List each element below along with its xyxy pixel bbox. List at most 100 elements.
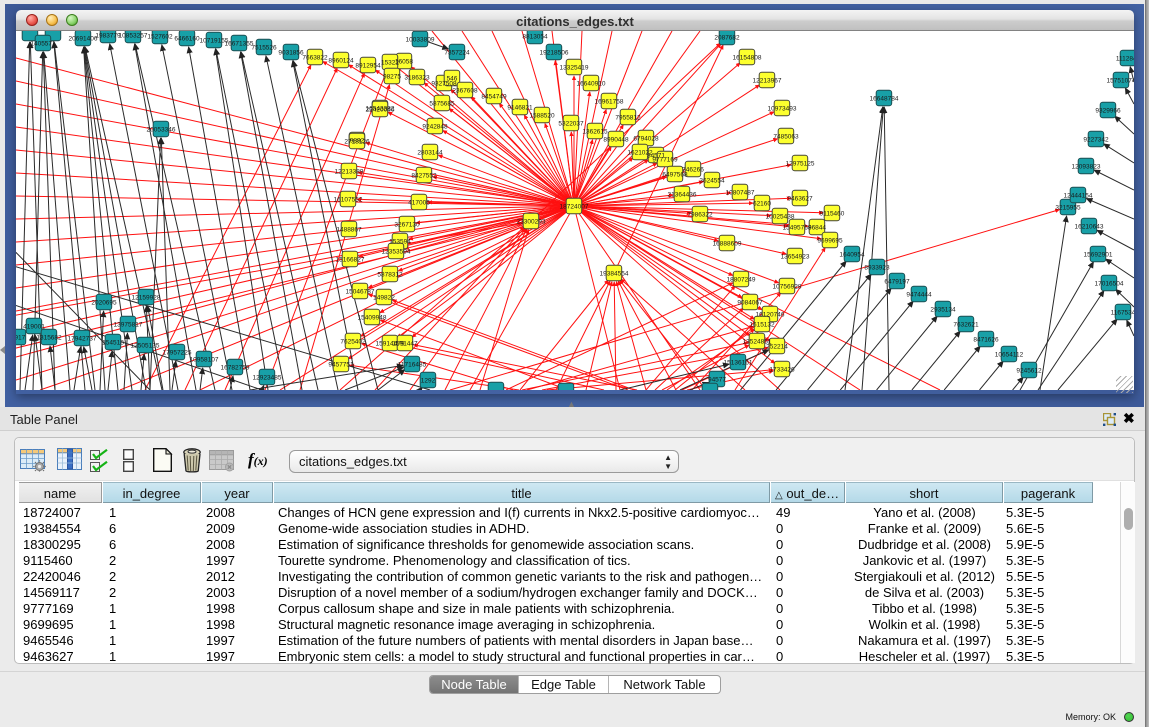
svg-text:154518: 154518 (102, 340, 124, 347)
svg-text:1112843: 1112843 (1116, 56, 1134, 63)
svg-text:17957225: 17957225 (163, 350, 192, 357)
svg-text:6479197: 6479197 (884, 279, 910, 286)
svg-text:2935134: 2935134 (930, 307, 956, 314)
svg-text:15322: 15322 (381, 60, 399, 67)
svg-text:16648784: 16648784 (870, 96, 899, 103)
svg-text:1588520: 1588520 (529, 113, 555, 120)
svg-text:16961758: 16961758 (595, 99, 624, 106)
svg-text:6794028: 6794028 (633, 136, 659, 143)
svg-text:9699695: 9699695 (817, 238, 843, 245)
svg-text:9329966: 9329966 (1095, 108, 1121, 115)
svg-text:13654923: 13654923 (781, 254, 810, 261)
svg-text:9227342: 9227342 (1083, 137, 1109, 144)
svg-text:5878312: 5878312 (377, 272, 403, 279)
svg-text:7986322: 7986322 (687, 212, 713, 219)
svg-text:419001: 419001 (23, 324, 45, 331)
svg-text:15046787: 15046787 (346, 289, 375, 296)
svg-text:153594: 153594 (389, 239, 411, 246)
svg-text:13325419: 13325419 (560, 65, 589, 72)
svg-text:1615132: 1615132 (749, 322, 775, 329)
svg-text:17942737: 17942737 (68, 336, 97, 343)
svg-text:12975125: 12975125 (786, 161, 815, 168)
svg-text:9031856: 9031856 (278, 50, 304, 57)
svg-text:7955812: 7955812 (615, 115, 641, 122)
svg-text:7663822: 7663822 (302, 55, 328, 62)
svg-text:16210643: 16210643 (1075, 224, 1104, 231)
svg-text:12213967: 12213967 (753, 78, 782, 85)
svg-text:1167534: 1167534 (1111, 310, 1134, 317)
svg-text:2718126: 2718126 (344, 139, 370, 146)
svg-text:16888609: 16888609 (713, 241, 742, 248)
svg-text:10958107: 10958107 (190, 357, 219, 364)
svg-text:8990448: 8990448 (603, 137, 629, 144)
svg-text:6466160: 6466160 (174, 36, 200, 43)
svg-text:7515526: 7515526 (251, 45, 277, 52)
svg-text:13975817: 13975817 (114, 322, 143, 329)
svg-text:12353594: 12353594 (382, 249, 411, 256)
svg-text:7357224: 7357224 (444, 50, 470, 57)
svg-text:9146821: 9146821 (507, 105, 533, 112)
svg-text:9457751: 9457751 (328, 362, 354, 369)
svg-text:5875685: 5875685 (429, 101, 455, 108)
svg-text:15692901: 15692901 (1084, 252, 1113, 259)
svg-text:16154808: 16154808 (733, 55, 762, 62)
svg-text:1527602: 1527602 (147, 34, 173, 41)
svg-text:149822: 149822 (373, 295, 395, 302)
svg-text:9245612: 9245612 (1016, 368, 1042, 375)
svg-text:9242848: 9242848 (422, 124, 448, 131)
svg-text:10853257: 10853257 (119, 33, 148, 40)
svg-text:1362615: 1362615 (582, 129, 608, 136)
svg-text:10756928: 10756928 (773, 284, 802, 291)
svg-text:98275: 98275 (383, 74, 401, 81)
svg-text:3624554: 3624554 (699, 178, 725, 185)
svg-text:1591447: 1591447 (392, 341, 418, 348)
svg-text:8471626: 8471626 (973, 337, 999, 344)
svg-text:15751074: 15751074 (1107, 78, 1134, 85)
svg-text:15166827: 15166827 (336, 257, 365, 264)
svg-text:12505135: 12505135 (131, 343, 160, 350)
svg-text:9115460: 9115460 (820, 211, 845, 218)
svg-text:10033809: 10033809 (406, 37, 435, 44)
svg-text:20053346: 20053346 (147, 127, 176, 134)
svg-text:10654112: 10654112 (995, 352, 1024, 359)
svg-text:62160: 62160 (753, 201, 771, 208)
svg-text:12213389: 12213389 (335, 169, 364, 176)
svg-text:18807249: 18807249 (727, 277, 756, 284)
svg-text:23300293: 23300293 (517, 219, 546, 226)
svg-text:18724007: 18724007 (560, 204, 589, 211)
svg-text:21364436: 21364436 (668, 192, 697, 199)
svg-text:8933923: 8933923 (864, 265, 890, 272)
svg-text:10025438: 10025438 (766, 214, 795, 221)
svg-text:9463627: 9463627 (787, 196, 813, 203)
svg-text:7485063: 7485063 (773, 134, 799, 141)
svg-text:8813054: 8813054 (522, 34, 548, 41)
svg-text:94577: 94577 (708, 377, 726, 384)
svg-text:12444154: 12444154 (1064, 193, 1093, 200)
svg-text:8912954: 8912954 (355, 63, 381, 70)
svg-text:417006: 417006 (408, 200, 430, 207)
svg-text:19384554: 19384554 (600, 271, 629, 278)
svg-text:8960124: 8960124 (328, 58, 354, 65)
svg-text:12159928: 12159928 (132, 295, 161, 302)
svg-text:1983779: 1983779 (95, 33, 121, 40)
svg-text:1733426: 1733426 (769, 367, 795, 374)
svg-text:546: 546 (447, 76, 458, 83)
svg-text:8454749: 8454749 (481, 94, 507, 101)
svg-text:1405571: 1405571 (30, 41, 56, 48)
svg-text:19218506: 19218506 (540, 50, 569, 57)
svg-text:16107552: 16107552 (334, 197, 363, 204)
svg-text:9474444: 9474444 (906, 292, 932, 299)
svg-text:22420046: 22420046 (366, 107, 395, 114)
svg-text:10807487: 10807487 (726, 190, 755, 197)
svg-text:3186323: 3186323 (404, 75, 430, 82)
svg-text:15409948: 15409948 (358, 315, 387, 322)
svg-text:1488867: 1488867 (336, 227, 362, 234)
svg-text:7625402: 7625402 (340, 339, 366, 346)
svg-text:1292: 1292 (421, 378, 436, 385)
svg-text:3267130: 3267130 (394, 222, 420, 229)
svg-text:16671355: 16671355 (225, 41, 254, 48)
svg-text:9084067: 9084067 (737, 300, 763, 307)
svg-text:1640954: 1640954 (839, 252, 865, 259)
svg-text:2020695: 2020695 (91, 300, 117, 307)
svg-text:252214: 252214 (766, 344, 788, 351)
